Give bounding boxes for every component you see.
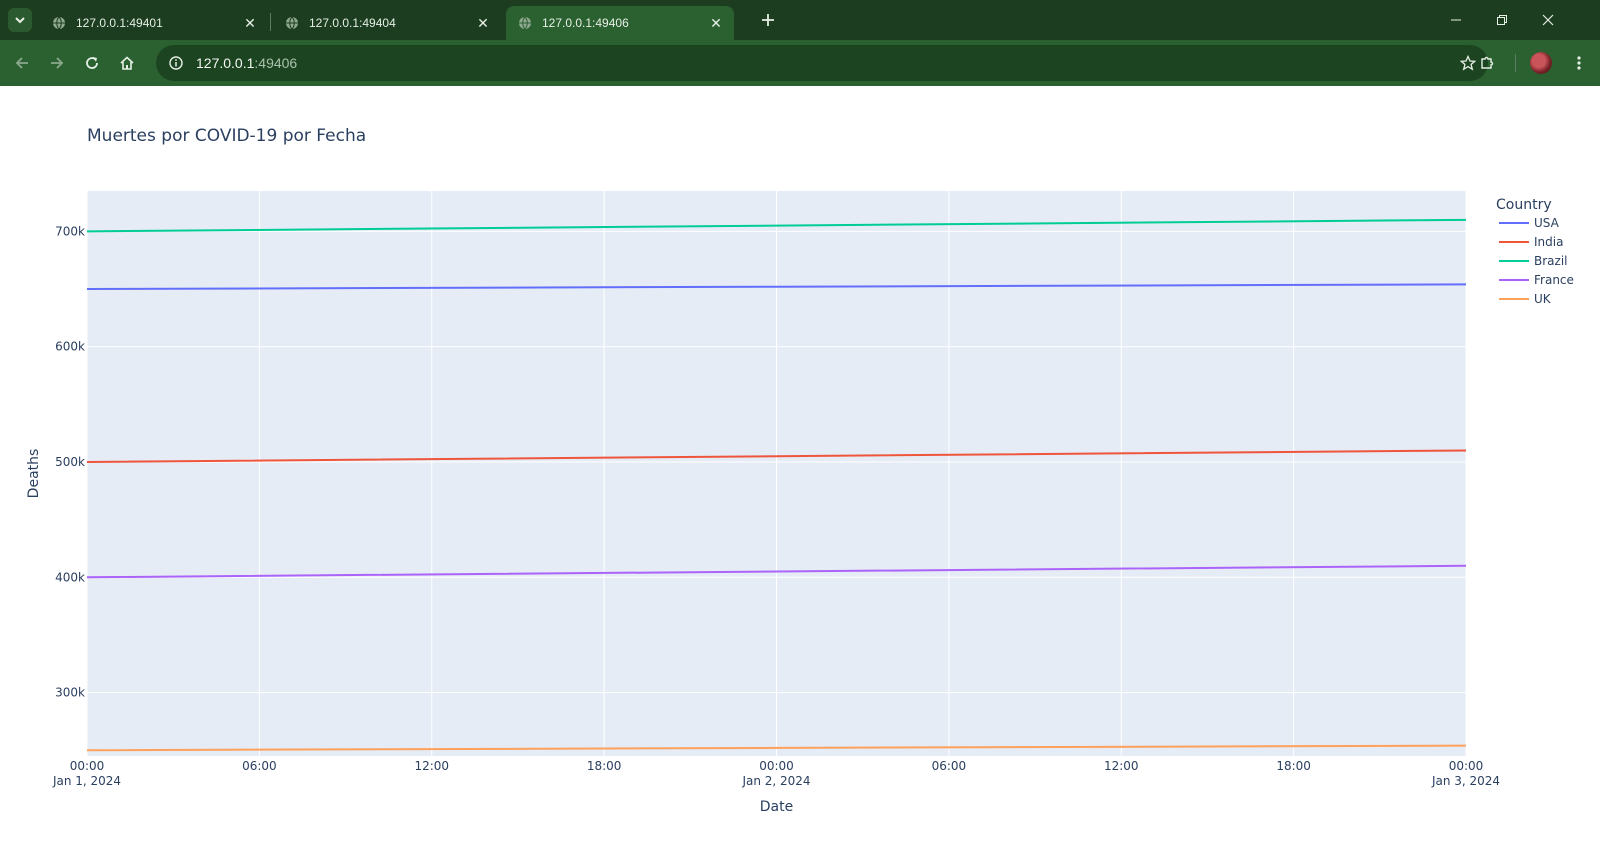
x-tick-label: 00:00 — [1449, 759, 1484, 773]
globe-icon — [52, 16, 66, 30]
puzzle-icon — [1481, 56, 1494, 69]
tab-title: 127.0.0.1:49404 — [309, 16, 396, 30]
tab-title: 127.0.0.1:49406 — [542, 16, 629, 30]
extensions-button[interactable] — [1472, 48, 1502, 78]
minimize-button[interactable] — [1434, 6, 1478, 34]
page-content: Muertes por COVID-19 por Fecha 00:00 Jan … — [0, 86, 1600, 860]
y-axis-label: Deaths — [26, 449, 42, 499]
x-axis-ticks: 00:00Jan 1, 202406:00 12:00 18:00 00:00Jan … — [52, 759, 1500, 788]
x-tick-label: 00:00 — [759, 759, 794, 773]
browser-menu-button[interactable] — [1564, 48, 1594, 78]
y-tick-label: 700k — [55, 224, 85, 238]
legend-label-brazil: Brazil — [1534, 254, 1568, 268]
globe-icon — [285, 16, 299, 30]
close-icon[interactable]: ✕ — [706, 13, 726, 33]
legend-label-india: India — [1534, 235, 1563, 249]
tab-separator — [270, 13, 271, 31]
chevron-down-icon — [15, 17, 25, 24]
y-tick-label: 600k — [55, 340, 85, 354]
forward-button[interactable] — [42, 48, 72, 78]
back-button[interactable] — [7, 48, 37, 78]
address-bar[interactable]: 127.0.0.1:49406 — [156, 45, 1488, 81]
tab-1[interactable]: 127.0.0.1:49401 ✕ — [40, 6, 268, 40]
plus-icon — [762, 14, 774, 26]
home-button[interactable] — [112, 48, 142, 78]
globe-icon — [518, 16, 532, 30]
url-host: 127.0.0.1 — [196, 55, 255, 71]
new-tab-button[interactable] — [757, 9, 779, 31]
kebab-menu-icon — [1577, 56, 1581, 70]
tab-search-button[interactable] — [8, 8, 32, 32]
legend: Country USA India Brazil France UK — [1496, 197, 1574, 306]
x-tick-label: 18:00 — [1276, 759, 1311, 773]
arrow-left-icon — [15, 57, 28, 69]
avatar[interactable] — [1530, 52, 1552, 74]
minimize-icon — [1451, 19, 1461, 21]
window-close-button[interactable] — [1526, 6, 1570, 34]
x-tick-label: 00:00 — [70, 759, 105, 773]
home-icon — [120, 56, 134, 70]
arrow-right-icon — [51, 57, 64, 69]
x-tick-label: 12:00 — [1104, 759, 1139, 773]
x-axis-label: Date — [760, 799, 793, 815]
tab-3-active[interactable]: 127.0.0.1:49406 ✕ — [506, 6, 734, 40]
legend-label-uk: UK — [1534, 292, 1552, 306]
legend-label-usa: USA — [1534, 216, 1560, 230]
reload-icon — [86, 57, 98, 69]
x-tick-date-label: Jan 1, 2024 — [52, 774, 121, 788]
y-tick-label: 300k — [55, 686, 85, 700]
x-tick-label: 06:00 — [932, 759, 967, 773]
url-port: :49406 — [254, 55, 298, 71]
close-icon[interactable]: ✕ — [473, 13, 493, 33]
restore-button[interactable] — [1480, 6, 1524, 34]
y-axis-ticks: 300k 400k 500k 600k 700k — [55, 224, 85, 699]
close-icon[interactable]: ✕ — [240, 13, 260, 33]
y-tick-label: 500k — [55, 455, 85, 469]
legend-title: Country — [1496, 197, 1552, 213]
x-tick-label: 06:00 — [242, 759, 277, 773]
x-tick-label: 18:00 — [587, 759, 622, 773]
tab-title: 127.0.0.1:49401 — [76, 16, 163, 30]
tab-2[interactable]: 127.0.0.1:49404 ✕ — [273, 6, 501, 40]
info-icon[interactable] — [166, 53, 186, 73]
x-tick-label: 12:00 — [414, 759, 449, 773]
x-tick-date-label: Jan 3, 2024 — [1431, 774, 1500, 788]
toolbar-divider — [1515, 54, 1516, 72]
y-tick-label: 400k — [55, 570, 85, 584]
tab-strip: 127.0.0.1:49401 ✕ 127.0.0.1:49404 ✕ 127.… — [0, 0, 1600, 40]
close-icon — [1542, 14, 1554, 26]
reload-button[interactable] — [77, 48, 107, 78]
line-chart: 00:00Jan 1, 202406:00 12:00 18:00 00:00Jan … — [26, 191, 1574, 815]
browser-toolbar: 127.0.0.1:49406 — [0, 40, 1600, 86]
legend-label-france: France — [1534, 273, 1574, 287]
restore-icon — [1497, 15, 1507, 25]
x-tick-date-label: Jan 2, 2024 — [741, 774, 810, 788]
